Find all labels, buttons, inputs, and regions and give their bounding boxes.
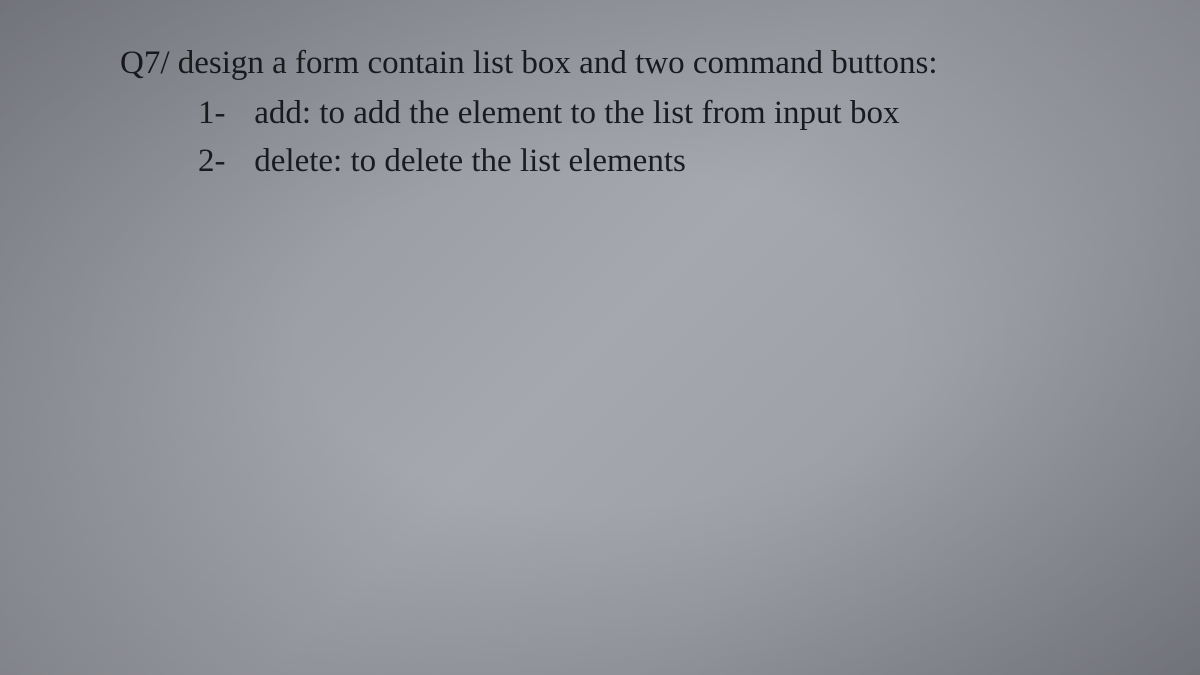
list-item: 1- add: to add the element to the list f… <box>120 90 1080 136</box>
list-item-number: 2- <box>198 138 246 184</box>
document-page: Q7/ design a form contain list box and t… <box>0 0 1200 185</box>
question-intro: design a form contain list box and two c… <box>178 45 938 81</box>
list-item: 2- delete: to delete the list elements <box>120 138 1080 184</box>
list-item-number: 1- <box>198 90 246 136</box>
question-heading: Q7/ design a form contain list box and t… <box>120 40 1080 86</box>
question-label: Q7/ <box>120 45 170 81</box>
list-item-text: delete: to delete the list elements <box>254 143 686 179</box>
list-item-text: add: to add the element to the list from… <box>254 95 899 131</box>
